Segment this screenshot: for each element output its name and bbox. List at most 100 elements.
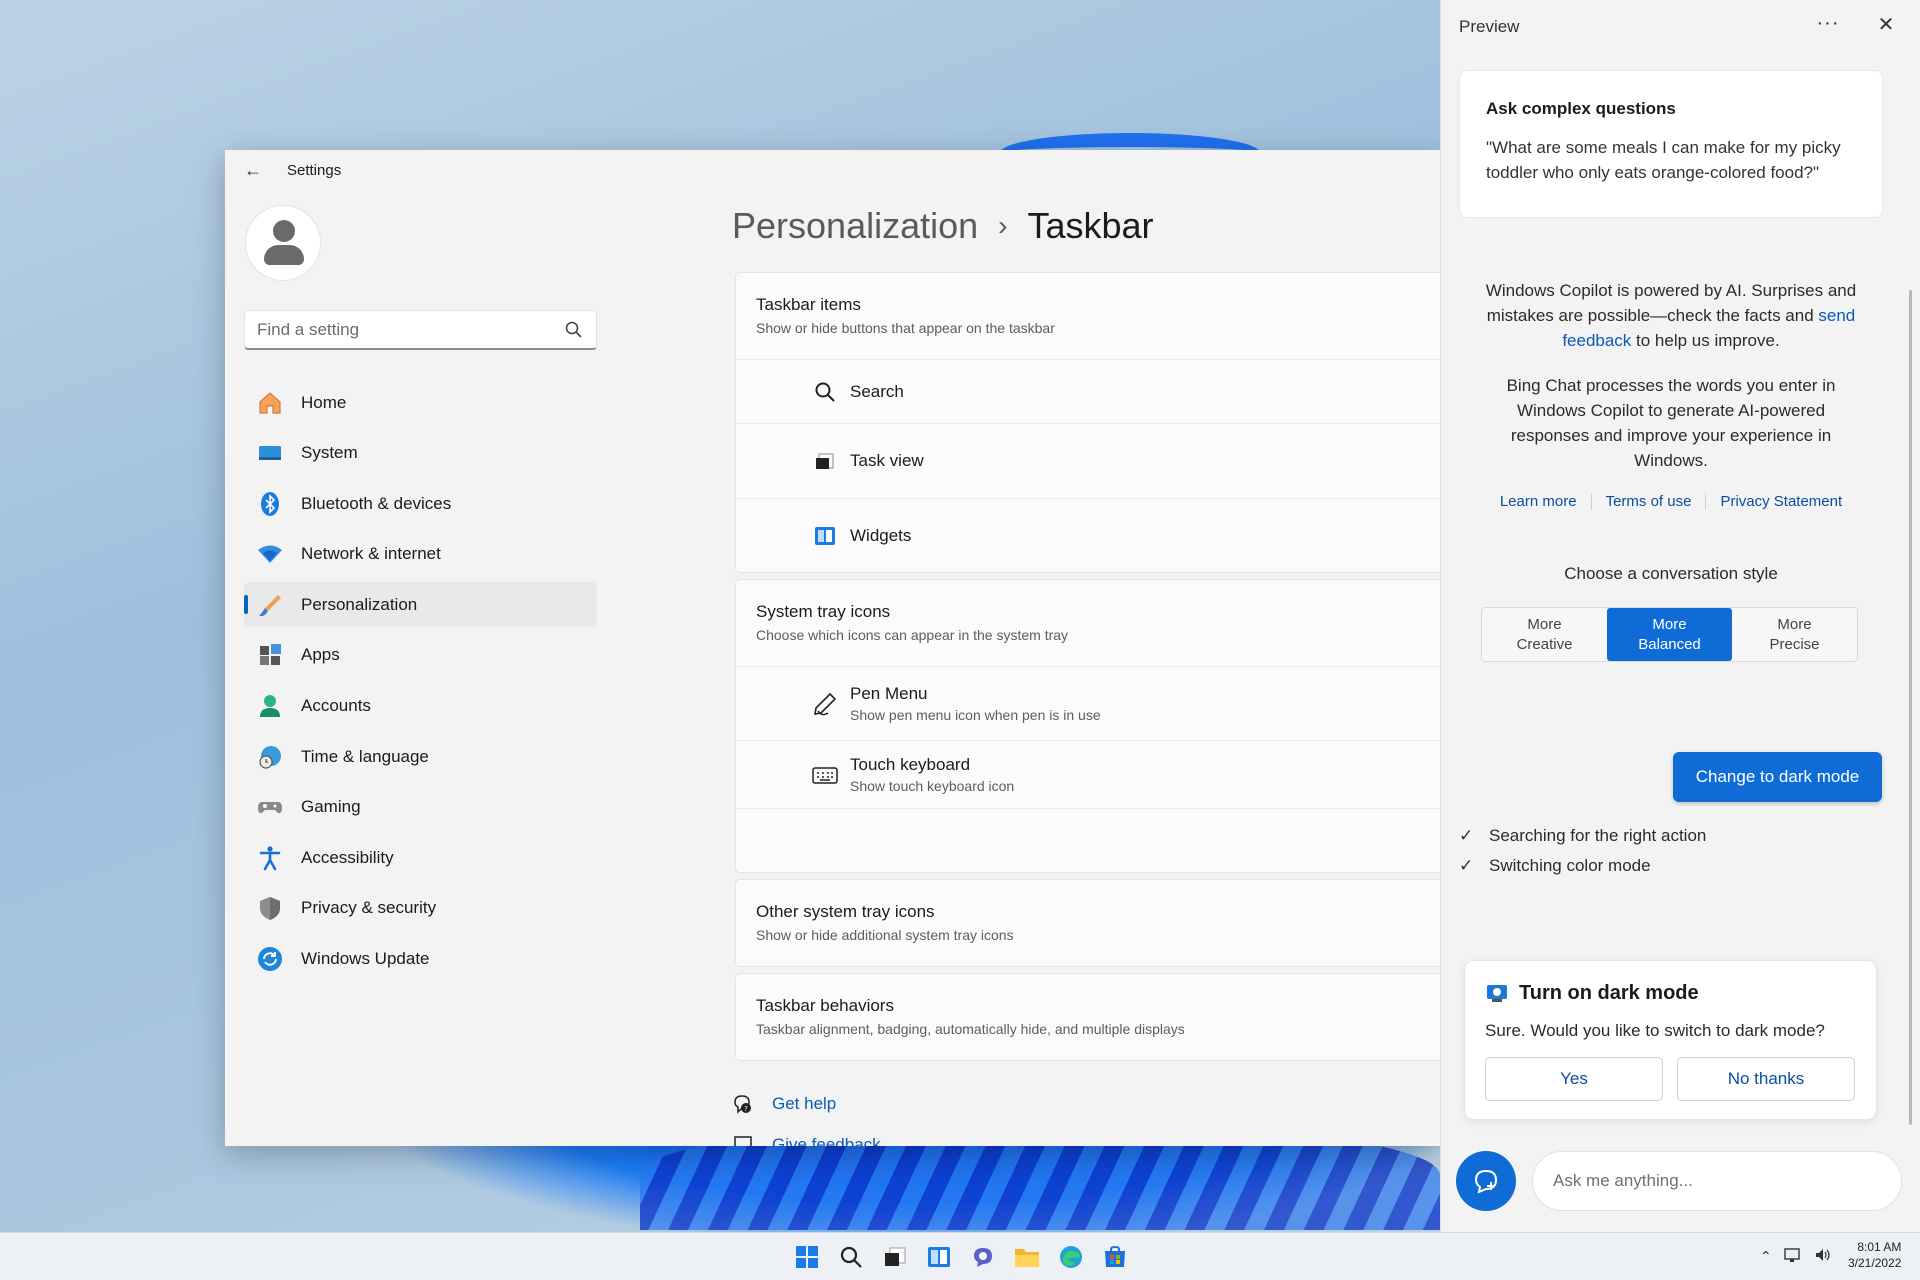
learn-more-link[interactable]: Learn more xyxy=(1486,493,1592,510)
person-icon xyxy=(257,693,283,719)
style-line1: More xyxy=(1777,615,1812,633)
globe-clock-icon xyxy=(257,744,283,770)
sidebar-item-time-language[interactable]: Time & language xyxy=(244,734,597,779)
taskbar-item-widgets[interactable]: Widgets xyxy=(736,498,1440,572)
feedback-icon xyxy=(734,1136,752,1146)
page-title: Taskbar xyxy=(1027,205,1154,246)
search-input[interactable] xyxy=(244,310,597,350)
paintbrush-icon xyxy=(257,592,283,618)
disclaimer-text-after: to help us improve. xyxy=(1631,331,1780,350)
change-to-dark-mode-button[interactable]: Change to dark mode xyxy=(1673,752,1882,802)
style-more-balanced-button[interactable]: More Balanced xyxy=(1607,608,1732,661)
dark-mode-question: Sure. Would you like to switch to dark m… xyxy=(1485,1021,1825,1040)
suggestion-card[interactable]: Ask complex questions "What are some mea… xyxy=(1459,70,1883,218)
suggestion-title: Ask complex questions xyxy=(1486,99,1676,118)
windows-start-icon[interactable] xyxy=(790,1241,824,1273)
sidebar-item-bluetooth[interactable]: Bluetooth & devices xyxy=(244,481,597,526)
shield-icon xyxy=(257,895,283,921)
status-switching: ✓ Switching color mode xyxy=(1459,856,1651,876)
system-tray-pen-menu[interactable]: Pen Menu Show pen menu icon when pen is … xyxy=(736,666,1440,740)
sidebar-item-network[interactable]: Network & internet xyxy=(244,532,597,577)
other-tray-card[interactable]: Other system tray icons Show or hide add… xyxy=(735,879,1440,967)
system-tray-touch-keyboard[interactable]: Touch keyboard Show touch keyboard icon xyxy=(736,740,1440,808)
taskbar: ⌃ 8:01 AM 3/21/2022 xyxy=(0,1232,1920,1280)
scrollbar[interactable] xyxy=(1909,290,1912,1125)
style-line1: More xyxy=(1652,615,1687,633)
get-help-link[interactable]: ? Get help xyxy=(732,1093,836,1115)
sidebar-item-accessibility[interactable]: Accessibility xyxy=(244,835,597,880)
terms-of-use-link[interactable]: Terms of use xyxy=(1592,493,1707,510)
chat-input[interactable] xyxy=(1532,1151,1902,1211)
system-tray-header[interactable]: System tray icons Choose which icons can… xyxy=(736,580,1440,666)
edge-icon[interactable] xyxy=(1054,1241,1088,1273)
sidebar-item-home[interactable]: Home xyxy=(244,380,597,425)
row-label: Task view xyxy=(850,451,924,470)
store-icon[interactable] xyxy=(1098,1241,1132,1273)
search-icon[interactable] xyxy=(834,1241,868,1273)
pane-title: Preview xyxy=(1459,17,1520,36)
sidebar-item-label: Time & language xyxy=(301,746,429,766)
row-label: Widgets xyxy=(850,525,912,545)
widgets-icon xyxy=(812,523,838,549)
taskbar-behaviors-card[interactable]: Taskbar behaviors Taskbar alignment, bad… xyxy=(735,973,1440,1061)
clock[interactable]: 8:01 AM 3/21/2022 xyxy=(1848,1239,1901,1271)
card-title: System tray icons xyxy=(756,602,891,621)
update-icon xyxy=(257,946,283,972)
dark-mode-title: Turn on dark mode xyxy=(1519,981,1699,1004)
task-view-icon[interactable] xyxy=(878,1241,912,1273)
sidebar-item-gaming[interactable]: Gaming xyxy=(244,785,597,830)
card-subtitle: Show or hide buttons that appear on the … xyxy=(756,320,1055,336)
chevron-up-icon[interactable]: ⌃ xyxy=(1760,1248,1772,1265)
search-icon[interactable] xyxy=(564,320,584,340)
sidebar-item-accounts[interactable]: Accounts xyxy=(244,684,597,729)
style-line2: Precise xyxy=(1769,635,1820,653)
avatar-body xyxy=(264,245,304,265)
taskbar-items-header[interactable]: Taskbar items Show or hide buttons that … xyxy=(736,273,1440,359)
style-more-creative-button[interactable]: More Creative xyxy=(1482,608,1607,661)
sidebar-item-label: Personalization xyxy=(301,594,418,614)
file-explorer-icon[interactable] xyxy=(1010,1241,1044,1273)
widgets-icon[interactable] xyxy=(922,1241,956,1273)
pen-icon xyxy=(812,691,838,717)
network-icon[interactable] xyxy=(1784,1247,1802,1266)
sidebar-item-label: Bluetooth & devices xyxy=(301,493,452,513)
sidebar-item-system[interactable]: System xyxy=(244,431,597,476)
give-feedback-link[interactable]: Give feedback xyxy=(732,1134,881,1146)
sidebar-item-label: Apps xyxy=(301,645,340,665)
new-topic-button[interactable] xyxy=(1456,1151,1516,1211)
copilot-pane: Preview ··· ✕ Ask complex questions "Wha… xyxy=(1440,0,1920,1232)
taskbar-item-search[interactable]: Search xyxy=(736,359,1440,423)
row-subtitle: Show pen menu icon when pen is in use xyxy=(850,707,1101,723)
sidebar-item-privacy[interactable]: Privacy & security xyxy=(244,886,597,931)
legal-links: Learn more Terms of use Privacy Statemen… xyxy=(1459,493,1883,510)
accessibility-icon xyxy=(257,845,283,871)
teams-chat-icon[interactable] xyxy=(966,1241,1000,1273)
bluetooth-icon xyxy=(257,491,283,517)
sidebar-item-label: Windows Update xyxy=(301,949,430,969)
system-tray: ⌃ xyxy=(1760,1247,1844,1266)
sidebar-item-personalization[interactable]: Personalization xyxy=(244,582,597,628)
checkmark-icon: ✓ xyxy=(1459,856,1474,875)
sidebar-item-label: Home xyxy=(301,392,347,412)
style-line2: Creative xyxy=(1516,635,1573,653)
yes-button[interactable]: Yes xyxy=(1485,1057,1663,1101)
card-title: Other system tray icons xyxy=(756,902,935,921)
title-bar: ← Settings xyxy=(225,150,1440,190)
style-more-precise-button[interactable]: More Precise xyxy=(1732,608,1857,661)
card-title: Taskbar items xyxy=(756,295,861,314)
sidebar-item-windows-update[interactable]: Windows Update xyxy=(244,937,597,982)
back-button[interactable]: ← xyxy=(241,158,265,182)
close-button[interactable]: ✕ xyxy=(1873,12,1899,38)
taskbar-item-task-view[interactable]: Task view xyxy=(736,423,1440,498)
ai-disclaimer: Windows Copilot is powered by AI. Surpri… xyxy=(1481,278,1861,353)
privacy-disclaimer: Bing Chat processes the words you enter … xyxy=(1506,376,1836,470)
sidebar-item-apps[interactable]: Apps xyxy=(244,633,597,678)
sidebar-item-label: Accounts xyxy=(301,696,371,716)
no-thanks-button[interactable]: No thanks xyxy=(1677,1057,1855,1101)
volume-icon[interactable] xyxy=(1814,1247,1832,1266)
status-searching: ✓ Searching for the right action xyxy=(1459,826,1706,846)
more-options-button[interactable]: ··· xyxy=(1813,12,1843,38)
privacy-statement-link[interactable]: Privacy Statement xyxy=(1706,493,1856,510)
avatar[interactable] xyxy=(245,205,321,281)
breadcrumb-parent[interactable]: Personalization xyxy=(732,205,978,247)
